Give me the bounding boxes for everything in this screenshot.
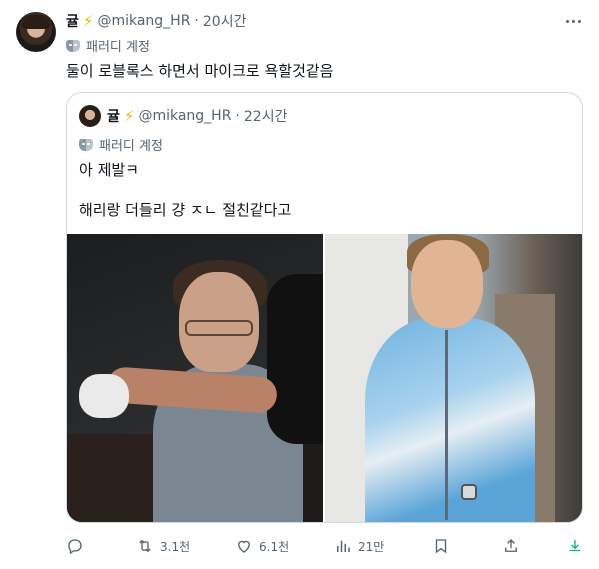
quoted-header: 귤 ⚡ @mikang_HR · 22시간 — [107, 106, 287, 126]
bookmark-icon — [435, 539, 447, 554]
parody-mask-icon — [79, 138, 93, 151]
retweet-button[interactable]: 3.1천 — [136, 534, 190, 558]
bolt-icon: ⚡ — [123, 107, 135, 125]
quoted-photo-left[interactable] — [67, 234, 323, 522]
author-name[interactable]: 귤 — [66, 11, 79, 31]
like-button[interactable]: 6.1천 — [235, 534, 289, 558]
tweet-text: 둘이 로블록스 하면서 마이크로 욕할것같음 — [66, 62, 334, 80]
author-handle[interactable]: @mikang_HR — [97, 13, 190, 29]
views-count: 21만 — [358, 539, 385, 554]
parody-badge: 패러디 계정 — [66, 36, 150, 55]
reply-button[interactable] — [66, 534, 90, 558]
like-icon — [238, 540, 250, 553]
retweet-icon — [139, 539, 151, 553]
avatar[interactable] — [16, 12, 56, 52]
quoted-photo-right[interactable] — [325, 234, 582, 522]
parody-mask-icon — [66, 39, 80, 52]
bolt-icon: ⚡ — [82, 12, 94, 30]
reply-icon — [68, 539, 82, 555]
views-icon — [337, 540, 350, 552]
quoted-avatar — [79, 105, 101, 127]
download-button[interactable] — [566, 534, 584, 558]
quoted-author-handle: @mikang_HR — [138, 108, 232, 124]
tweet-header: 귤 ⚡ @mikang_HR · 20시간 — [66, 11, 246, 31]
quoted-author-name: 귤 — [107, 109, 120, 125]
quoted-tweet[interactable]: 귤 ⚡ @mikang_HR · 22시간 패러디 계정 아 제발ㅋ 해리랑 더… — [66, 92, 583, 523]
tweet-time[interactable]: 20시간 — [203, 11, 247, 31]
quoted-time: 22시간 — [243, 109, 288, 125]
separator-dot: · — [194, 13, 199, 29]
like-count: 6.1천 — [259, 539, 290, 554]
bookmark-button[interactable] — [432, 534, 450, 558]
parody-label: 패러디 계정 — [86, 40, 150, 55]
action-bar: 3.1천 6.1천 21만 — [66, 534, 583, 558]
retweet-count: 3.1천 — [160, 539, 191, 554]
quoted-text-line2: 해리랑 더들리 걍 ㅈㄴ 절친같다고 — [79, 201, 292, 219]
share-icon — [505, 539, 517, 552]
download-icon — [569, 540, 581, 552]
quoted-parody-badge: 패러디 계정 — [79, 135, 163, 154]
tweet[interactable]: 귤 ⚡ @mikang_HR · 20시간 패러디 계정 둘이 로블록스 하면서… — [0, 0, 599, 569]
quoted-parody-label: 패러디 계정 — [99, 139, 163, 154]
separator-dot: · — [235, 108, 240, 124]
views-button[interactable]: 21만 — [334, 534, 384, 558]
share-button[interactable] — [502, 534, 520, 558]
quoted-text-line1: 아 제발ㅋ — [79, 161, 139, 179]
more-icon[interactable] — [563, 14, 583, 28]
